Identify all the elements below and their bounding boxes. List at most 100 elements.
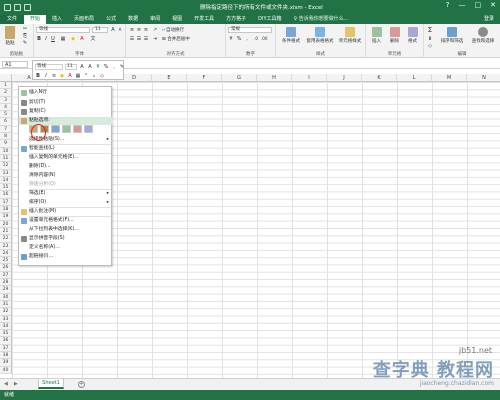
paste-option-icon[interactable]: [73, 125, 82, 133]
delete-cells-button[interactable]: 删除: [386, 27, 403, 44]
merge-center-button[interactable]: ⊞ 合并后居中: [162, 36, 212, 42]
cut-icon[interactable]: ✂: [22, 26, 28, 32]
context-menu-item[interactable]: 设置单元格格式(F)...: [19, 217, 113, 225]
save-icon[interactable]: [4, 3, 11, 11]
column-header[interactable]: F: [187, 74, 222, 82]
tab-file[interactable]: 文件: [0, 15, 25, 24]
column-header[interactable]: N: [467, 74, 500, 82]
tab-data[interactable]: 数据: [122, 15, 144, 24]
row-header[interactable]: 24: [0, 249, 12, 258]
context-menu-item[interactable]: 智能查找(L): [19, 145, 113, 153]
row-header[interactable]: 8: [0, 133, 12, 141]
tell-me-search[interactable]: ♀ 告诉我你想要做什么...: [294, 15, 349, 24]
row-header[interactable]: 14: [0, 176, 12, 185]
row-header[interactable]: 15: [0, 184, 12, 192]
row-header[interactable]: 19: [0, 213, 12, 221]
row-header[interactable]: 30: [0, 293, 12, 301]
row-header[interactable]: 3: [0, 96, 12, 104]
tab-formulas[interactable]: 公式: [100, 15, 122, 24]
comma-icon[interactable]: ,: [244, 36, 250, 42]
row-header[interactable]: 20: [0, 220, 12, 228]
row-header[interactable]: 27: [0, 271, 12, 280]
align-top-icon[interactable]: ≡: [129, 27, 135, 33]
context-menu-item[interactable]: 清除内容(N): [19, 172, 113, 180]
context-menu-item[interactable]: 从下拉列表中选择(K)...: [19, 226, 113, 234]
fill-color-icon[interactable]: ◆: [70, 36, 76, 42]
conditional-format-button[interactable]: 条件格式: [278, 27, 304, 44]
format-cells-button[interactable]: 格式: [404, 27, 421, 44]
comma-icon[interactable]: ,: [111, 64, 117, 70]
undo-icon[interactable]: [14, 3, 21, 11]
italic-icon[interactable]: I: [43, 73, 49, 79]
context-menu-item[interactable]: 插入N行: [19, 89, 113, 97]
row-header[interactable]: 12: [0, 162, 12, 170]
column-header[interactable]: H: [257, 74, 292, 82]
login-link[interactable]: 登录: [484, 15, 494, 22]
row-header[interactable]: 31: [0, 300, 12, 309]
tab-view[interactable]: 视图: [166, 15, 188, 24]
minimize-button[interactable]: —: [459, 1, 466, 9]
fill-color-icon[interactable]: ◆: [59, 73, 65, 79]
copy-icon[interactable]: ⎘: [22, 33, 28, 39]
increase-decimal-icon[interactable]: .0: [253, 36, 259, 42]
row-header[interactable]: 32: [0, 308, 12, 316]
row-header[interactable]: 7: [0, 125, 12, 134]
column-header[interactable]: M: [432, 74, 467, 82]
align-icon[interactable]: ≡: [51, 73, 57, 79]
row-header[interactable]: 29: [0, 286, 12, 294]
phonetic-icon[interactable]: 文: [90, 36, 96, 42]
column-header[interactable]: J: [327, 74, 362, 82]
tab-diy-toolbox[interactable]: DIY工具箱: [252, 15, 287, 24]
context-menu-item[interactable]: 复制(C): [19, 108, 113, 116]
format-painter-icon[interactable]: ✎: [119, 64, 125, 70]
row-header[interactable]: 1: [0, 82, 12, 90]
row-header[interactable]: 6: [0, 118, 12, 126]
context-menu-item[interactable]: 超链接(I)...: [19, 253, 113, 261]
clear-format-icon[interactable]: ◇: [99, 73, 105, 79]
clear-icon[interactable]: ◇: [427, 43, 433, 49]
paste-option-icon[interactable]: [51, 125, 60, 133]
row-header[interactable]: 21: [0, 227, 12, 236]
row-header[interactable]: 40: [0, 366, 12, 374]
number-format-combo[interactable]: 常规: [228, 27, 272, 33]
currency-icon[interactable]: ¥: [95, 64, 101, 70]
context-menu-item[interactable]: 粘贴选项:: [19, 117, 113, 125]
insert-cells-button[interactable]: 插入: [368, 27, 385, 44]
align-left-icon[interactable]: ☰: [129, 36, 135, 42]
align-center-icon[interactable]: ☰: [136, 36, 142, 42]
row-header[interactable]: 4: [0, 103, 12, 112]
column-header[interactable]: G: [222, 74, 257, 82]
align-bottom-icon[interactable]: ≡: [143, 27, 149, 33]
tab-home[interactable]: 开始: [24, 15, 47, 24]
tab-page-layout[interactable]: 页面布局: [68, 15, 100, 24]
row-header[interactable]: 11: [0, 154, 12, 163]
row-header[interactable]: 17: [0, 198, 12, 207]
shrink-font-icon[interactable]: A: [87, 64, 93, 70]
help-button[interactable]: ?: [446, 1, 450, 9]
indent-icon[interactable]: ⇥: [152, 36, 158, 42]
wrap-text-button[interactable]: ⤶ 自动换行: [162, 27, 202, 33]
select-all-corner[interactable]: [0, 74, 12, 82]
column-header[interactable]: K: [362, 74, 397, 82]
row-header[interactable]: 39: [0, 359, 12, 367]
name-box[interactable]: A1: [2, 61, 28, 68]
column-header[interactable]: L: [397, 74, 432, 82]
row-header[interactable]: 2: [0, 89, 12, 97]
row-header[interactable]: 34: [0, 322, 12, 331]
grow-font-icon[interactable]: A: [79, 64, 85, 70]
grow-font-icon[interactable]: A: [110, 27, 116, 33]
mini-font-name[interactable]: 等线: [35, 63, 63, 70]
add-sheet-button[interactable]: +: [78, 381, 85, 388]
context-menu-item[interactable]: 显示拼音字段(S): [19, 235, 113, 243]
shrink-font-icon[interactable]: A: [117, 27, 123, 33]
row-header[interactable]: 38: [0, 351, 12, 360]
tab-developer[interactable]: 开发工具: [188, 15, 220, 24]
underline-icon[interactable]: U: [50, 36, 56, 42]
format-as-table-button[interactable]: 套用表格格式: [305, 27, 335, 44]
font-name-combo[interactable]: 等线: [36, 27, 90, 33]
paste-option-icon[interactable]: [84, 125, 93, 133]
tab-insert[interactable]: 插入: [46, 15, 68, 24]
context-menu-item[interactable]: 定义名称(A)...: [19, 244, 113, 252]
row-header[interactable]: 16: [0, 191, 12, 199]
context-menu-item[interactable]: 筛选(E) ▸: [19, 190, 113, 198]
